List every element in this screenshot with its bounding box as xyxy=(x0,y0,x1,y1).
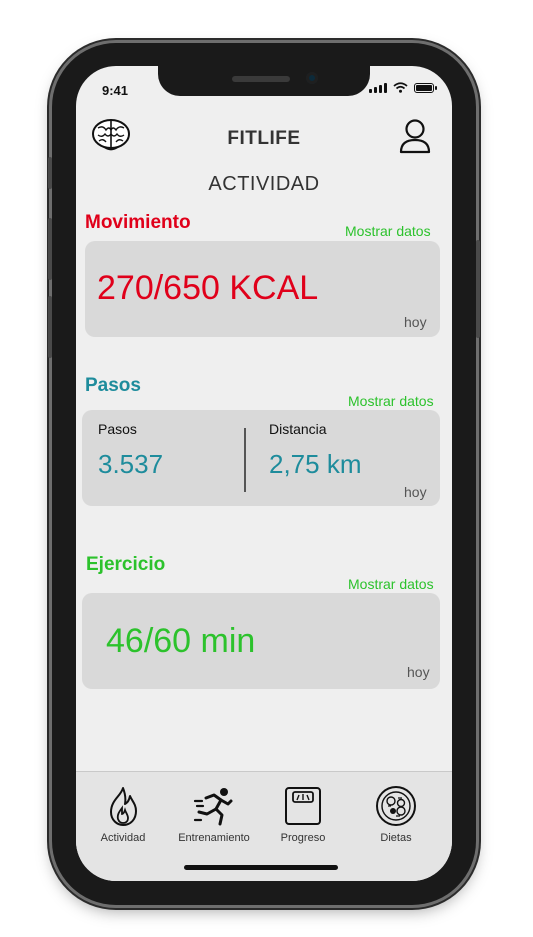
steps-value: 3.537 xyxy=(98,449,164,479)
battery-icon xyxy=(414,82,437,93)
runner-icon xyxy=(193,788,233,826)
distance-value: 2,75 km xyxy=(269,449,362,479)
section-title: ACTIVIDAD xyxy=(208,173,320,195)
tab-label: Entrenamiento xyxy=(178,832,250,844)
volume-up-button xyxy=(48,218,52,280)
movimiento-card[interactable]: 270/650 KCAL hoy xyxy=(85,241,440,337)
scale-icon xyxy=(285,787,321,825)
front-camera xyxy=(306,72,318,84)
tab-label: Actividad xyxy=(100,832,146,844)
pasos-show-data-link[interactable]: Mostrar datos xyxy=(348,393,434,409)
ejercicio-period: hoy xyxy=(407,664,430,680)
tab-label: Progreso xyxy=(280,832,326,844)
movimiento-title: Movimiento xyxy=(85,212,191,233)
volume-down-button xyxy=(48,296,52,358)
tab-entrenamiento[interactable]: Entrenamiento xyxy=(167,784,261,844)
calories-value: 270/650 KCAL xyxy=(97,269,319,307)
tab-progreso[interactable]: Progreso xyxy=(256,784,350,844)
notch xyxy=(158,66,370,96)
pasos-divider xyxy=(244,428,246,492)
movimiento-period: hoy xyxy=(404,314,427,330)
pasos-title: Pasos xyxy=(85,375,141,396)
power-button xyxy=(476,240,480,338)
user-profile-icon[interactable] xyxy=(398,118,432,154)
food-plate-icon xyxy=(376,786,416,826)
mute-switch xyxy=(48,157,52,189)
home-indicator[interactable] xyxy=(184,865,338,870)
ejercicio-card[interactable]: 46/60 min hoy xyxy=(82,593,440,689)
status-time: 9:41 xyxy=(102,83,129,98)
ejercicio-show-data-link[interactable]: Mostrar datos xyxy=(348,576,434,592)
pasos-card[interactable]: Pasos 3.537 Distancia 2,75 km hoy xyxy=(82,410,440,506)
pasos-period: hoy xyxy=(404,484,427,500)
app-title: FITLIFE xyxy=(227,128,301,149)
exercise-value: 46/60 min xyxy=(106,622,256,660)
movimiento-show-data-link[interactable]: Mostrar datos xyxy=(345,223,431,239)
distance-label: Distancia xyxy=(269,421,327,437)
speaker-grille xyxy=(232,76,290,82)
tab-actividad[interactable]: Actividad xyxy=(76,784,170,844)
tab-dietas[interactable]: Dietas xyxy=(349,784,443,844)
app-screen: 9:41 FITLIFE ACTIVIDAD Movimiento Mostra… xyxy=(76,66,452,881)
steps-label: Pasos xyxy=(98,421,137,437)
status-icons xyxy=(369,82,437,93)
ejercicio-title: Ejercicio xyxy=(86,554,166,575)
tab-label: Dietas xyxy=(380,832,412,844)
wifi-icon xyxy=(393,82,408,93)
signal-icon xyxy=(369,82,387,93)
flame-icon xyxy=(110,787,137,826)
